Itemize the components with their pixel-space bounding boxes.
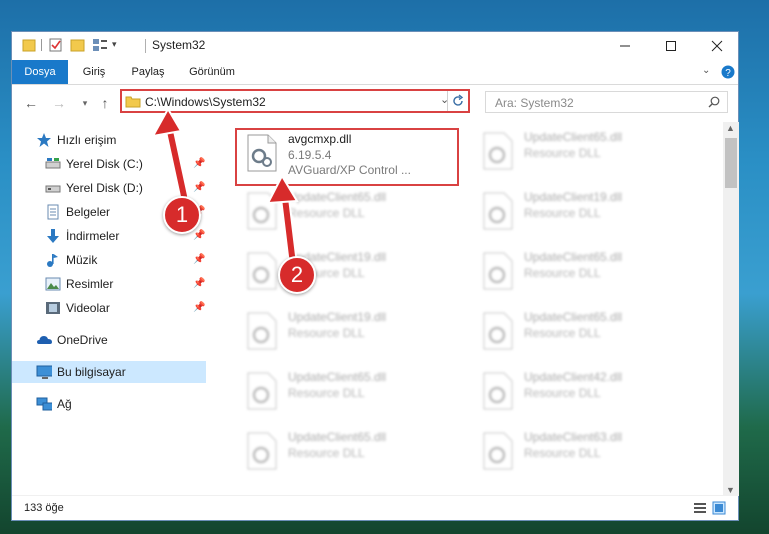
annotation-arrows — [151, 106, 299, 261]
annotation-badge-1: 1 — [163, 196, 201, 234]
annotation-badge-2: 2 — [278, 256, 316, 294]
